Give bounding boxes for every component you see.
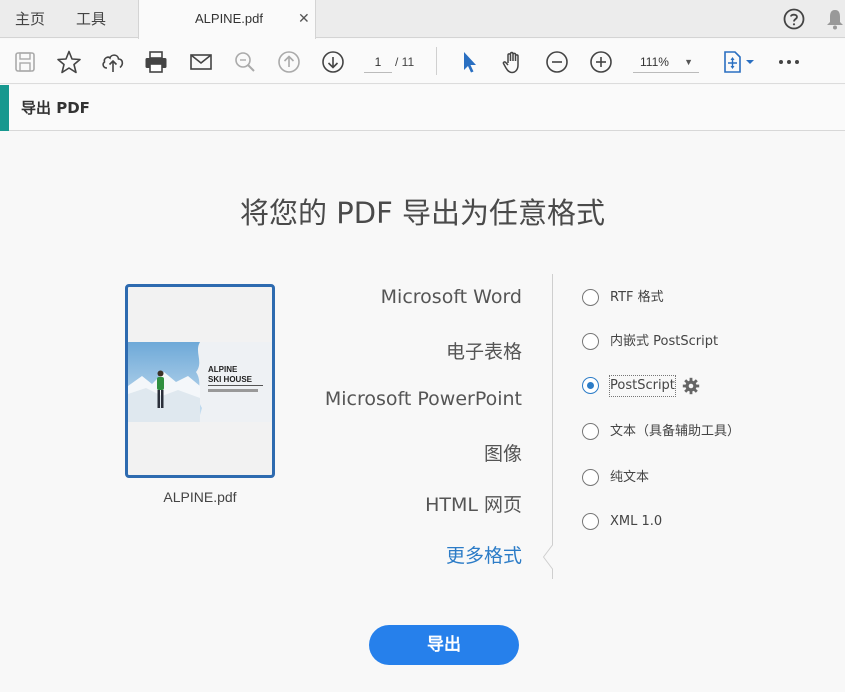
star-icon[interactable] bbox=[56, 49, 82, 75]
thumbnail-rule bbox=[208, 385, 263, 386]
thumbnail-url-line bbox=[208, 389, 258, 392]
radio-rtf[interactable] bbox=[582, 289, 599, 306]
thumbnail-brand-line1: ALPINE bbox=[208, 365, 238, 374]
radio-embedded-postscript[interactable] bbox=[582, 333, 599, 350]
next-page-icon[interactable] bbox=[320, 49, 346, 75]
section-title: 导出 PDF bbox=[21, 99, 90, 117]
thumbnail-filename: ALPINE.pdf bbox=[163, 489, 237, 505]
page-title: 将您的 PDF 导出为任意格式 bbox=[240, 196, 605, 230]
format-html[interactable]: HTML 网页 bbox=[425, 490, 522, 517]
option-label: PostScript bbox=[609, 375, 676, 397]
save-icon[interactable] bbox=[12, 49, 38, 75]
tab-bar: 主页 工具 ALPINE.pdf ✕ bbox=[0, 0, 845, 39]
bell-icon[interactable] bbox=[825, 8, 845, 30]
page-number-input[interactable]: 1 bbox=[364, 51, 392, 73]
toolbar: 1 / 11 111% ▼ bbox=[0, 39, 845, 84]
format-divider bbox=[552, 274, 553, 579]
gear-icon[interactable] bbox=[682, 377, 700, 395]
tab-document-label: ALPINE.pdf bbox=[195, 11, 263, 26]
zoom-value: 111% bbox=[640, 55, 669, 69]
tab-document[interactable]: ALPINE.pdf ✕ bbox=[138, 0, 316, 39]
fit-page-icon[interactable] bbox=[720, 49, 756, 75]
radio-accessible-text[interactable] bbox=[582, 423, 599, 440]
print-icon[interactable] bbox=[143, 49, 169, 75]
option-label: 文本（具备辅助工具） bbox=[610, 424, 741, 439]
zoom-select[interactable]: 111% ▼ bbox=[633, 51, 699, 73]
close-icon[interactable]: ✕ bbox=[298, 0, 310, 38]
upload-icon[interactable] bbox=[100, 49, 126, 75]
help-icon[interactable] bbox=[783, 8, 805, 30]
chevron-down-icon: ▼ bbox=[684, 57, 693, 67]
section-header: 导出 PDF bbox=[0, 85, 845, 131]
zoom-search-icon[interactable] bbox=[232, 49, 258, 75]
cursor-icon[interactable] bbox=[456, 49, 482, 75]
zoom-out-icon[interactable] bbox=[544, 49, 570, 75]
hand-icon[interactable] bbox=[500, 49, 526, 75]
zoom-in-icon[interactable] bbox=[588, 49, 614, 75]
option-label: RTF 格式 bbox=[610, 290, 664, 305]
mail-icon[interactable] bbox=[188, 49, 214, 75]
radio-plain-text[interactable] bbox=[582, 469, 599, 486]
thumbnail-brand-line2: SKI HOUSE bbox=[208, 375, 253, 384]
prev-page-icon[interactable] bbox=[276, 49, 302, 75]
radio-xml[interactable] bbox=[582, 513, 599, 530]
selection-pointer bbox=[543, 545, 555, 569]
format-word[interactable]: Microsoft Word bbox=[381, 286, 522, 308]
format-image[interactable]: 图像 bbox=[484, 439, 522, 466]
format-powerpoint[interactable]: Microsoft PowerPoint bbox=[325, 388, 522, 410]
format-spreadsheet[interactable]: 电子表格 bbox=[446, 337, 522, 364]
option-label: 纯文本 bbox=[610, 470, 650, 485]
option-label: XML 1.0 bbox=[610, 514, 663, 529]
tab-tools[interactable]: 工具 bbox=[76, 0, 106, 38]
thumbnail-banner: ALPINE SKI HOUSE bbox=[128, 342, 272, 422]
document-thumbnail[interactable]: ALPINE SKI HOUSE bbox=[125, 284, 275, 478]
section-accent-bar bbox=[0, 85, 9, 131]
more-icon[interactable] bbox=[776, 49, 802, 75]
export-button[interactable]: 导出 bbox=[369, 625, 519, 665]
option-label: 内嵌式 PostScript bbox=[610, 334, 719, 349]
toolbar-divider bbox=[436, 47, 437, 75]
thumbnail-photo bbox=[128, 342, 202, 422]
radio-postscript[interactable] bbox=[582, 377, 599, 394]
tab-home[interactable]: 主页 bbox=[15, 0, 45, 38]
format-more[interactable]: 更多格式 bbox=[446, 541, 522, 568]
page-total: / 11 bbox=[395, 55, 415, 69]
